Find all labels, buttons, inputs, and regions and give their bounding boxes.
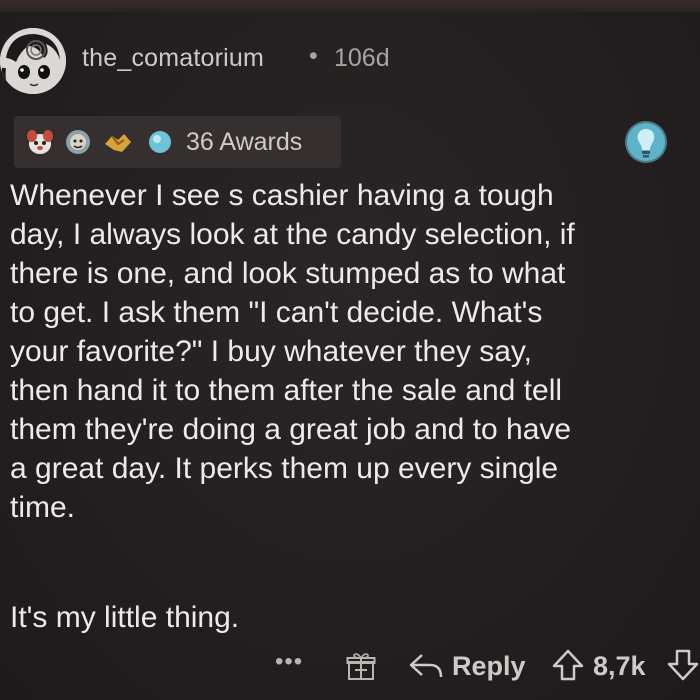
- lightbulb-icon[interactable]: [624, 120, 668, 164]
- username[interactable]: the_comatorium: [82, 44, 264, 73]
- meta-separator: •: [309, 42, 318, 70]
- comment-closing-line: It's my little thing.: [10, 601, 240, 634]
- upvote-icon[interactable]: [551, 648, 585, 682]
- avatar-icon: [0, 28, 66, 94]
- gem-award-icon: [144, 126, 176, 158]
- awards-count: 36 Awards: [186, 128, 303, 156]
- avatar[interactable]: [0, 28, 66, 94]
- reply-arrow-icon[interactable]: [408, 652, 444, 680]
- dog-award-icon: [24, 126, 56, 158]
- downvote-icon[interactable]: [666, 648, 700, 682]
- comment-body: Whenever I see s cashier having a tough …: [10, 179, 575, 524]
- reply-button[interactable]: Reply: [452, 651, 526, 682]
- hug-award-icon: [62, 126, 94, 158]
- comment-card: the_comatorium • 106d 36 Awards Whenever…: [0, 0, 700, 700]
- top-divider: [0, 0, 700, 12]
- handshake-award-icon: [102, 126, 134, 158]
- gift-icon[interactable]: [346, 652, 376, 682]
- awards-bar[interactable]: 36 Awards: [14, 116, 341, 168]
- vote-count: 8,7k: [593, 651, 646, 681]
- more-options-button[interactable]: •••: [275, 648, 303, 676]
- post-age: 106d: [334, 44, 390, 72]
